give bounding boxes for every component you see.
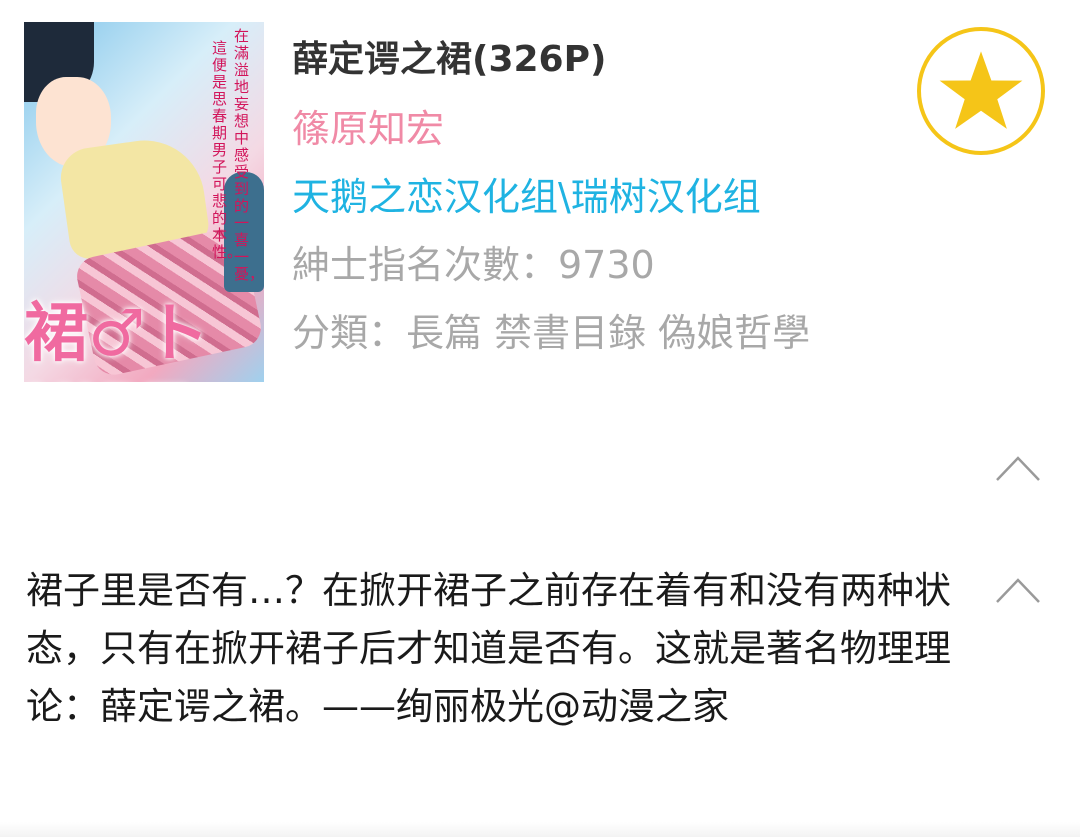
star-icon — [939, 51, 1023, 129]
book-translation-group[interactable]: 天鹅之恋汉化组\瑞树汉化组 — [292, 166, 761, 221]
book-author[interactable]: 篠原知宏 — [292, 98, 444, 153]
book-categories[interactable]: 分類：長篇 禁書目錄 偽娘哲學 — [292, 302, 810, 357]
book-title: 薛定谔之裙(326P) — [292, 39, 607, 80]
cover-tagline-2: 這便是思春期男子可悲的本性。 — [212, 39, 243, 261]
favorite-button[interactable] — [917, 27, 1045, 155]
chevron-up-icon[interactable] — [995, 574, 1041, 604]
cover-logo: 裙♂トKIRT — [24, 297, 210, 382]
bottom-divider — [0, 822, 1080, 837]
book-view-count: 紳士指名次數：9730 — [292, 243, 655, 287]
chevron-up-icon[interactable] — [995, 452, 1041, 482]
book-description: 裙子里是否有…？在掀开裙子之前存在着有和没有两种状态，只有在掀开裙子后才知道是否… — [26, 569, 951, 728]
cover-image[interactable]: 在滿溢地妄想中感受到的一喜一憂， 這便是思春期男子可悲的本性。 裙♂トKIRT — [24, 22, 264, 382]
